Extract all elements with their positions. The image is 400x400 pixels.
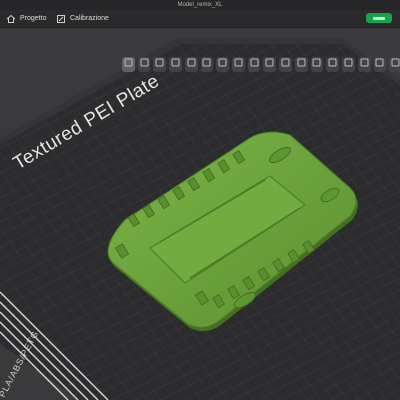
delete-icon: [170, 55, 181, 73]
status-indicator[interactable]: [366, 13, 392, 23]
arrange-icon: [139, 55, 150, 73]
assembly-tool-button[interactable]: [342, 55, 355, 73]
seam-icon: [280, 55, 291, 73]
scale-icon: [201, 55, 212, 73]
3d-viewport[interactable]: Textured PEI Plate PLA/ABS/PETG: [0, 28, 400, 400]
viewport-toolbar: [120, 54, 400, 74]
move-icon: [233, 55, 244, 73]
delete-tool-button[interactable]: [169, 55, 182, 73]
view-tool-button[interactable]: [389, 55, 400, 73]
rotate-tool-button[interactable]: [216, 55, 230, 73]
support-tool-button[interactable]: [294, 55, 308, 73]
calibration-icon: [56, 14, 66, 24]
menu-bar: Progetto Calibrazione: [0, 10, 400, 28]
home-icon: [6, 14, 16, 24]
support-icon: [296, 55, 307, 73]
tab-calibrazione[interactable]: Calibrazione: [56, 10, 109, 27]
text-tool-button[interactable]: [326, 55, 340, 73]
paint-tool-button[interactable]: [263, 55, 277, 73]
scale-tool-button[interactable]: [200, 55, 214, 73]
layout-tool-button[interactable]: [373, 55, 387, 73]
paint-icon: [264, 55, 275, 73]
cut-tool-button[interactable]: [247, 55, 261, 73]
split-icon: [186, 55, 197, 73]
mesh-icon: [359, 55, 370, 73]
orient-icon: [123, 55, 134, 73]
move-tool-button[interactable]: [232, 55, 245, 73]
add-object-tool-button[interactable]: [153, 55, 167, 73]
split-tool-button[interactable]: [184, 55, 198, 73]
tab-calibrazione-label: Calibrazione: [70, 15, 109, 22]
layout-icon: [374, 55, 385, 73]
arrange-tool-button[interactable]: [137, 55, 151, 73]
rotate-icon: [217, 55, 228, 73]
seam-tool-button[interactable]: [279, 55, 292, 73]
tab-progetto[interactable]: Progetto: [6, 10, 46, 27]
mesh-tool-button[interactable]: [357, 55, 371, 73]
view-icon: [390, 55, 400, 73]
window-title: Model_remix_XL: [0, 0, 400, 10]
orient-tool-button[interactable]: [122, 55, 135, 73]
cut-icon: [249, 55, 260, 73]
assembly-icon: [343, 55, 354, 73]
add-object-icon: [154, 55, 165, 73]
measure-icon: [311, 55, 322, 73]
text-icon: [327, 55, 338, 73]
tab-progetto-label: Progetto: [20, 15, 47, 22]
measure-tool-button[interactable]: [310, 55, 324, 73]
